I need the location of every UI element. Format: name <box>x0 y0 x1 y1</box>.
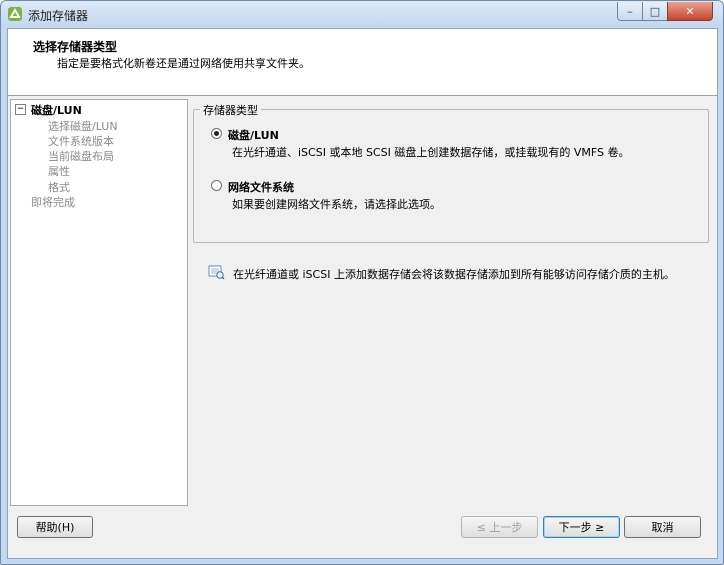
next-button[interactable]: 下一步 ≥ <box>543 516 620 538</box>
minimize-button[interactable]: – <box>617 2 643 21</box>
info-message: 在光纤通道或 iSCSI 上添加数据存储会将该数据存储添加到所有能够访问存储介质… <box>233 268 675 281</box>
radio-selected-dot <box>214 131 219 136</box>
tree-item-select-disk[interactable]: 选择磁盘/LUN <box>48 118 118 134</box>
tree-item-properties[interactable]: 属性 <box>48 163 70 179</box>
close-button[interactable]: ✕ <box>667 2 713 21</box>
collapse-toggle-icon[interactable]: − <box>15 104 26 115</box>
tree-item-disk-lun[interactable]: 磁盘/LUN <box>31 102 82 118</box>
title-bar[interactable]: 添加存储器 – □ ✕ <box>1 1 723 27</box>
add-storage-window: 添加存储器 – □ ✕ 选择存储器类型 指定是要格式化新卷还是通过网络使用共享文… <box>0 0 724 565</box>
dialog-client-area: 选择存储器类型 指定是要格式化新卷还是通过网络使用共享文件夹。 − 磁盘/LUN… <box>7 28 718 559</box>
cancel-button[interactable]: 取消 <box>624 516 701 538</box>
option-disk-lun-description: 在光纤通道、iSCSI 或本地 SCSI 磁盘上创建数据存储，或挂载现有的 VM… <box>232 146 630 159</box>
option-nfs-label[interactable]: 网络文件系统 <box>228 179 294 195</box>
option-disk-lun-label[interactable]: 磁盘/LUN <box>228 127 279 143</box>
option-nfs-description: 如果要创建网络文件系统，请选择此选项。 <box>232 198 441 211</box>
page-title: 选择存储器类型 <box>33 40 118 54</box>
tree-item-ready-to-complete[interactable]: 即将完成 <box>31 194 75 210</box>
wizard-steps-tree: − 磁盘/LUN 选择磁盘/LUN 文件系统版本 当前磁盘布局 属性 格式 即将… <box>10 99 188 506</box>
back-button[interactable]: ≤ 上一步 <box>461 516 538 538</box>
radio-network-file-system[interactable] <box>211 180 222 191</box>
tree-item-disk-layout[interactable]: 当前磁盘布局 <box>48 148 114 164</box>
storage-type-legend: 存储器类型 <box>200 102 261 118</box>
tree-item-format[interactable]: 格式 <box>48 179 70 195</box>
window-title: 添加存储器 <box>28 9 89 23</box>
tree-item-fs-version[interactable]: 文件系统版本 <box>48 133 114 149</box>
wizard-header: 选择存储器类型 指定是要格式化新卷还是通过网络使用共享文件夹。 <box>8 29 717 96</box>
radio-disk-lun[interactable] <box>211 128 222 139</box>
maximize-button[interactable]: □ <box>642 2 668 21</box>
info-icon <box>208 265 225 280</box>
vsphere-app-icon <box>8 7 22 21</box>
page-subtitle: 指定是要格式化新卷还是通过网络使用共享文件夹。 <box>57 57 310 70</box>
help-button[interactable]: 帮助(H) <box>17 516 93 538</box>
